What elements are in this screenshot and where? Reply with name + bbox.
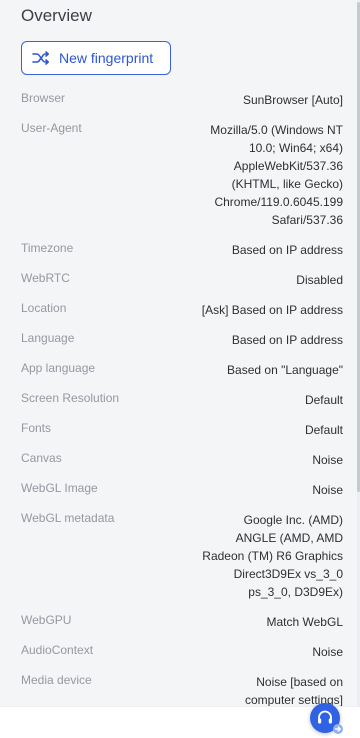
arrow-right-icon — [333, 724, 343, 734]
media-device-value: Noise [based on computer settings] — [244, 675, 343, 706]
media-device-label: Media device — [21, 673, 92, 687]
webgpu-label: WebGPU — [21, 613, 72, 627]
location-value: [Ask] Based on IP address — [201, 303, 343, 317]
webgpu-value: Match WebGL — [266, 615, 343, 629]
app-language-label: App language — [21, 361, 96, 375]
user-agent-label: User-Agent — [21, 121, 82, 135]
language-value: Based on IP address — [231, 333, 343, 347]
new-fingerprint-label: New fingerprint — [59, 50, 154, 66]
browser-value: SunBrowser [Auto] — [242, 93, 343, 107]
canvas-value: Noise — [312, 453, 343, 467]
timezone-label: Timezone — [21, 241, 74, 255]
browser-label: Browser — [21, 91, 66, 105]
new-fingerprint-button[interactable]: New fingerprint — [21, 41, 171, 75]
fonts-value: Default — [304, 423, 343, 437]
webgl-image-label: WebGL Image — [21, 481, 98, 495]
language-label: Language — [21, 331, 75, 345]
app-language-value: Based on "Language" — [227, 363, 343, 377]
webgl-image-value: Noise — [312, 483, 343, 497]
webgl-metadata-value: Google Inc. (AMD) ANGLE (AMD, AMD Radeon… — [202, 513, 343, 599]
section-title: Overview — [21, 6, 92, 25]
screen-resolution-value: Default — [304, 393, 343, 407]
timezone-value: Based on IP address — [231, 243, 343, 257]
screen-resolution-label: Screen Resolution — [21, 391, 120, 405]
webgl-metadata-label: WebGL metadata — [21, 511, 115, 525]
location-label: Location — [21, 301, 67, 315]
audiocontext-label: AudioContext — [21, 643, 94, 657]
user-agent-value: Mozilla/5.0 (Windows NT 10.0; Win64; x64… — [210, 123, 343, 227]
webrtc-label: WebRTC — [21, 271, 70, 285]
canvas-label: Canvas — [21, 451, 62, 465]
overview-panel: Overview New fingerprint Browser SunBrow… — [0, 0, 357, 706]
fonts-label: Fonts — [21, 421, 52, 435]
headset-icon — [318, 710, 332, 724]
shuffle-icon — [32, 51, 49, 65]
webrtc-value: Disabled — [296, 273, 343, 287]
audiocontext-value: Noise — [312, 645, 343, 659]
bottom-bar — [0, 706, 360, 738]
